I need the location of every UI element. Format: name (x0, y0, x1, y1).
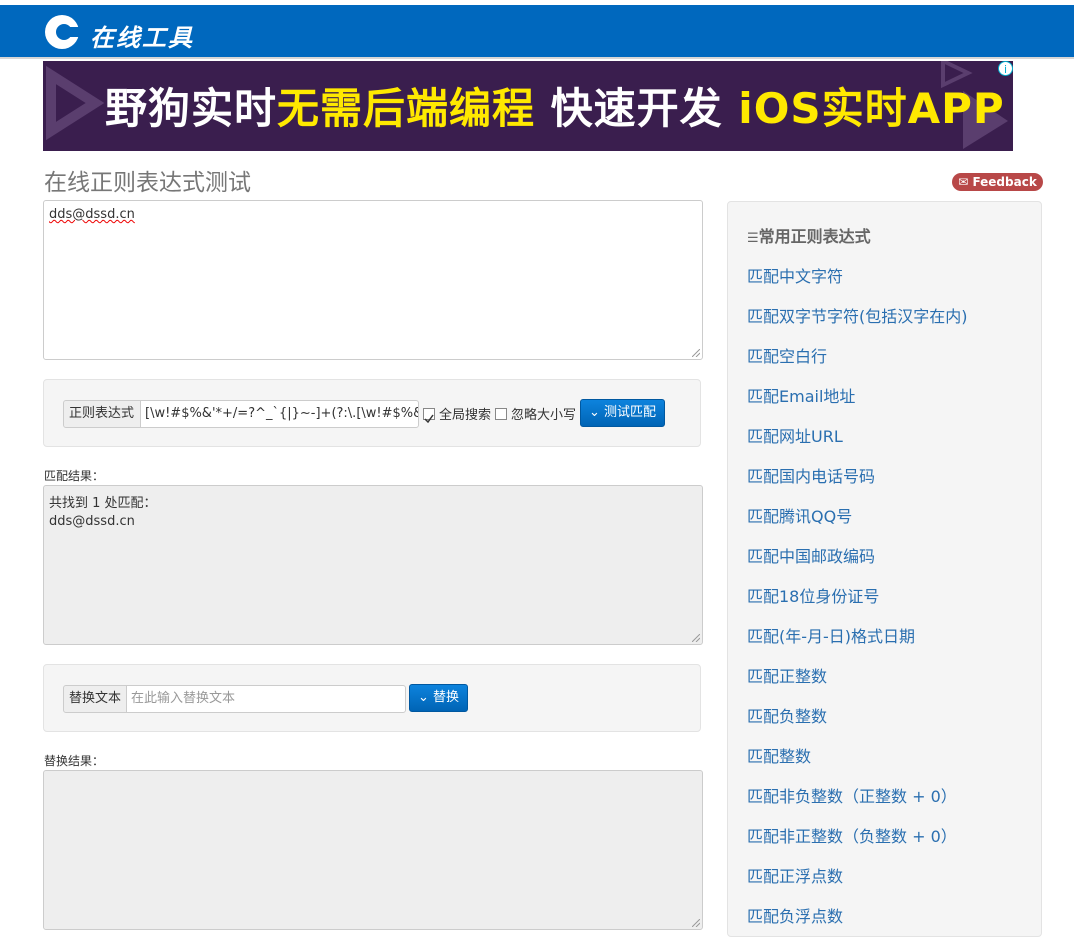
sidebar-item-url[interactable]: 匹配网址URL (747, 425, 968, 465)
sidebar-item-date[interactable]: 匹配(年-月-日)格式日期 (747, 625, 968, 665)
match-result-area[interactable]: 共找到 1 处匹配： dds@dssd.cn (43, 485, 703, 645)
ad-banner[interactable]: 野狗实时无需后端编程 快速开发 iOS实时APP (43, 61, 1013, 151)
sidebar-item-positive-float[interactable]: 匹配正浮点数 (747, 865, 968, 905)
sidebar-item-double-byte[interactable]: 匹配双字节字符(包括汉字在内) (747, 305, 968, 345)
chevron-down-icon: ⌄ (589, 405, 600, 420)
top-header: 在线工具 (0, 5, 1074, 59)
sidebar-item-integer[interactable]: 匹配整数 (747, 745, 968, 785)
replace-result-label: 替换结果： (44, 754, 105, 768)
replace-input[interactable]: 在此输入替换文本 (126, 685, 406, 713)
check-icon (424, 414, 434, 424)
mail-icon: ✉ (958, 175, 969, 189)
global-search-label: 全局搜索 (439, 408, 492, 423)
page-title: 在线正则表达式测试 (44, 170, 251, 196)
sidebar-item-positive-int[interactable]: 匹配正整数 (747, 665, 968, 705)
sidebar-item-id-card[interactable]: 匹配18位身份证号 (747, 585, 968, 625)
sidebar-item-phone[interactable]: 匹配国内电话号码 (747, 465, 968, 505)
resize-handle-icon[interactable] (692, 634, 700, 642)
sidebar-item-non-negative-int[interactable]: 匹配非负整数（正整数 + 0） (747, 785, 968, 825)
sidebar-item-chinese-chars[interactable]: 匹配中文字符 (747, 265, 968, 305)
ignore-case-checkbox[interactable] (495, 408, 507, 420)
feedback-button[interactable]: ✉ Feedback (952, 173, 1043, 191)
regex-label: 正则表达式 (63, 400, 141, 428)
ad-info-icon[interactable]: i (998, 61, 1013, 76)
banner-headline: 野狗实时无需后端编程 快速开发 iOS实时APP (105, 84, 1005, 133)
replace-button[interactable]: ⌄ 替换 (409, 684, 469, 712)
match-value: dds@dssd.cn (49, 514, 135, 529)
site-logo-icon[interactable] (44, 14, 80, 50)
sidebar-item-non-positive-int[interactable]: 匹配非正整数（负整数 + 0） (747, 825, 968, 865)
source-text: dds@dssd.cn (49, 207, 135, 222)
regex-panel: 正则表达式 [\w!#$%&'*+/=?^_`{|}~-]+(?:\.[\w!#… (43, 379, 701, 447)
replace-result-area[interactable] (43, 770, 703, 930)
sidebar-item-email[interactable]: 匹配Email地址 (747, 385, 968, 425)
chevron-down-icon: ⌄ (418, 690, 429, 705)
replace-label: 替换文本 (63, 685, 127, 713)
sidebar-item-qq[interactable]: 匹配腾讯QQ号 (747, 505, 968, 545)
source-text-area[interactable]: dds@dssd.cn (43, 200, 703, 360)
resize-handle-icon[interactable] (692, 919, 700, 927)
sidebar-item-negative-int[interactable]: 匹配负整数 (747, 705, 968, 745)
match-result-label: 匹配结果： (44, 469, 105, 483)
ignore-case-label: 忽略大小写 (511, 408, 577, 423)
global-search-checkbox[interactable] (423, 408, 435, 424)
sidebar-title: ☰常用正则表达式 (747, 227, 871, 246)
replace-panel: 替换文本 在此输入替换文本 ⌄ 替换 (43, 664, 701, 732)
sidebar-item-postcode[interactable]: 匹配中国邮政编码 (747, 545, 968, 585)
sidebar-item-negative-float[interactable]: 匹配负浮点数 (747, 905, 968, 945)
sidebar-list: 匹配中文字符 匹配双字节字符(包括汉字在内) 匹配空白行 匹配Email地址 匹… (747, 265, 968, 945)
common-regex-sidebar: ☰常用正则表达式 匹配中文字符 匹配双字节字符(包括汉字在内) 匹配空白行 匹配… (727, 201, 1042, 937)
test-match-button[interactable]: ⌄ 测试匹配 (580, 399, 666, 427)
list-icon: ☰ (747, 231, 759, 246)
resize-handle-icon[interactable] (692, 349, 700, 357)
match-count: 共找到 1 处匹配： (49, 496, 157, 511)
regex-input[interactable]: [\w!#$%&'*+/=?^_`{|}~-]+(?:\.[\w!#$%&'*+… (140, 400, 419, 428)
site-logo-text[interactable]: 在线工具 (90, 18, 194, 53)
sidebar-item-blank-line[interactable]: 匹配空白行 (747, 345, 968, 385)
